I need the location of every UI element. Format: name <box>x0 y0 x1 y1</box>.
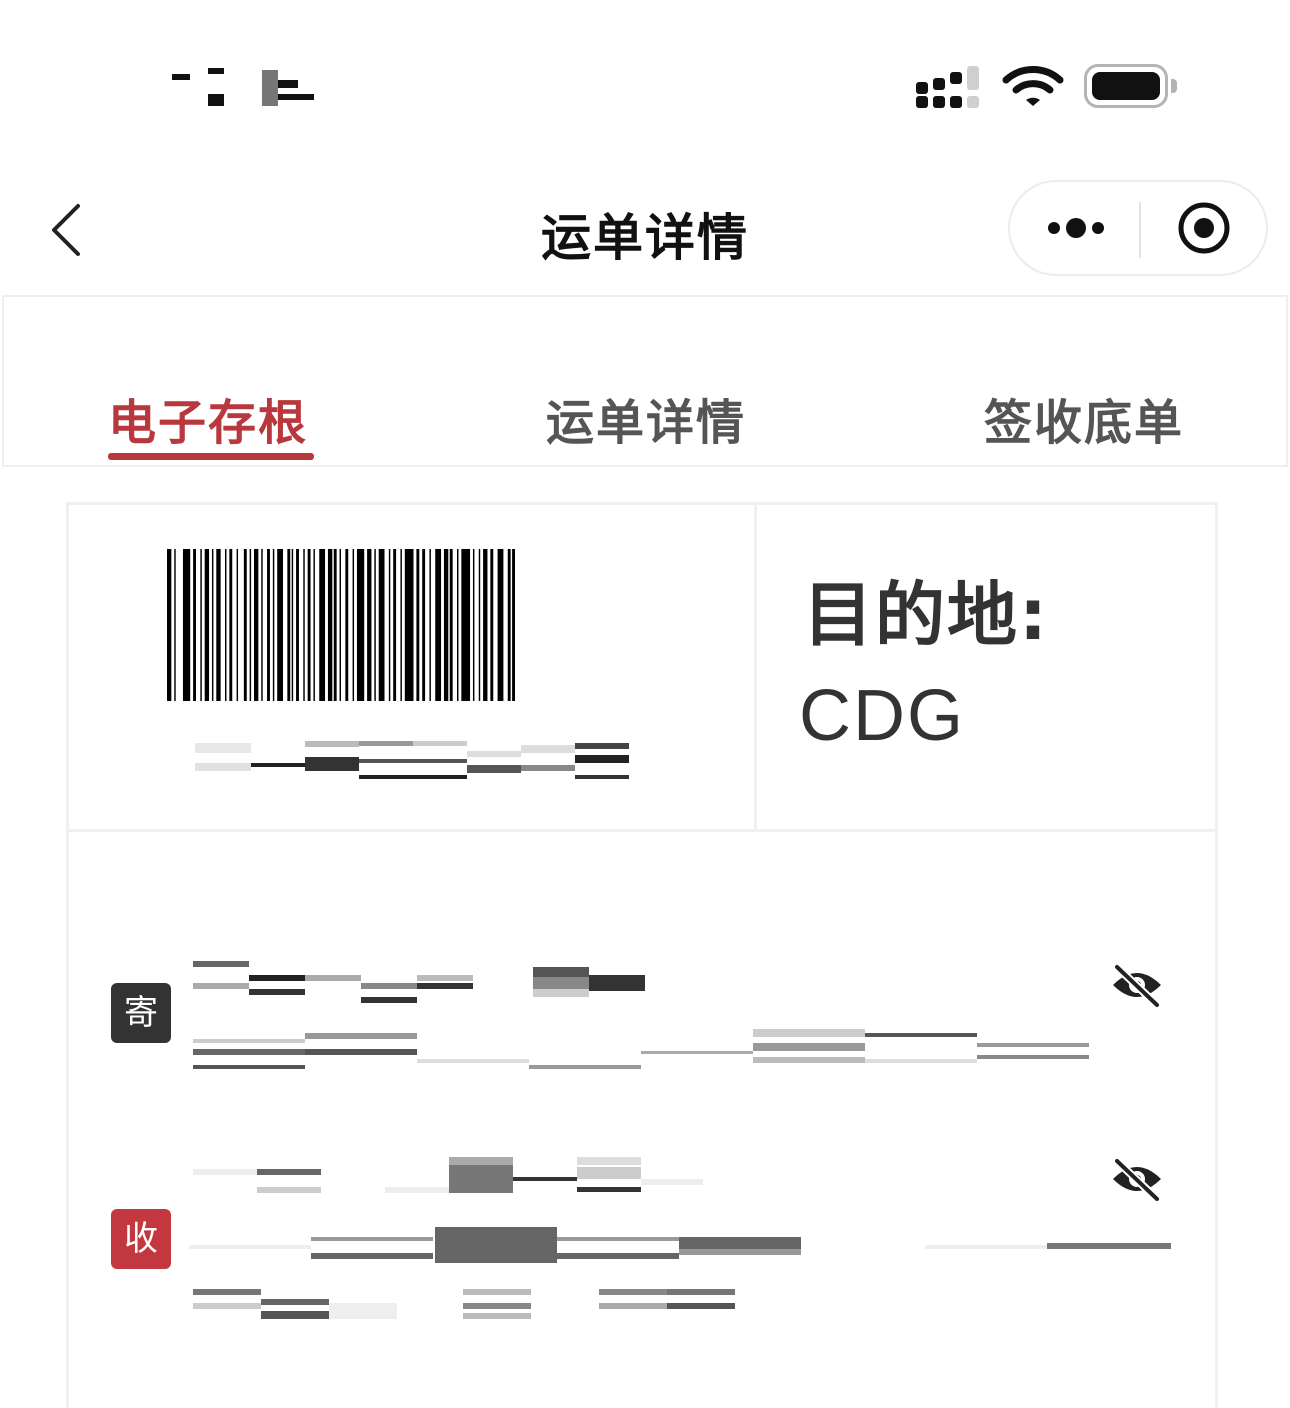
close-button[interactable] <box>1140 182 1268 274</box>
barcode-bar <box>167 549 172 701</box>
redacted-receiver-address <box>189 1223 1179 1269</box>
barcode-bar <box>422 549 426 701</box>
card-horizontal-divider <box>69 829 1215 832</box>
barcode-bar <box>374 549 376 701</box>
receiver-badge: 收 <box>111 1209 171 1269</box>
barcode-bar <box>352 549 355 701</box>
barcode-bar <box>400 549 402 701</box>
redacted-receiver-name <box>193 1155 713 1201</box>
close-target-icon <box>1178 202 1230 254</box>
battery-icon <box>1084 64 1177 108</box>
redacted-receiver-phone <box>193 1285 753 1325</box>
nav-bar: 运单详情 <box>0 160 1290 295</box>
barcode-bar <box>243 549 247 701</box>
eye-off-icon[interactable] <box>1109 1155 1165 1203</box>
tab-waybill-details[interactable]: 运单详情 <box>546 383 746 453</box>
barcode-bar <box>497 549 504 701</box>
tab-bar: 电子存根 运单详情 签收底单 <box>2 295 1288 467</box>
barcode-bar <box>339 549 341 701</box>
sender-badge: 寄 <box>111 983 171 1043</box>
barcode-bar <box>443 549 449 701</box>
tab-signed-receipt[interactable]: 签收底单 <box>984 383 1184 453</box>
status-bar <box>0 0 1290 160</box>
barcode-bar <box>261 549 263 701</box>
barcode-bar <box>307 549 311 701</box>
barcode-bar <box>254 549 259 701</box>
barcode-bar <box>236 549 239 701</box>
barcode-bar <box>291 549 294 701</box>
signal-icon <box>914 64 984 110</box>
card-vertical-divider <box>754 505 757 831</box>
destination-code: CDG <box>799 676 965 756</box>
barcode-bar <box>507 549 511 701</box>
redacted-time <box>170 66 320 110</box>
barcode-bar <box>449 549 453 701</box>
barcode-bar <box>356 549 365 701</box>
eye-off-icon[interactable] <box>1109 961 1165 1009</box>
redacted-sender-name <box>193 959 653 1009</box>
wifi-icon <box>1002 66 1064 106</box>
barcode-bar <box>404 549 414 701</box>
barcode-bar <box>272 549 275 701</box>
mini-program-capsule <box>1008 180 1268 276</box>
barcode-bar <box>327 549 333 701</box>
barcode-bar <box>174 549 176 701</box>
tab-e-stub[interactable]: 电子存根 <box>108 383 308 453</box>
barcode-bar <box>313 549 315 701</box>
barcode-bar <box>287 549 291 701</box>
barcode-bar <box>378 549 385 701</box>
barcode-bar <box>182 549 191 701</box>
barcode-bar <box>296 549 299 701</box>
barcode-bar <box>267 549 270 701</box>
barcode-bar <box>229 549 233 701</box>
barcode-bar <box>216 549 221 701</box>
barcode-bar <box>319 549 326 701</box>
barcode-bar <box>435 549 442 701</box>
barcode <box>167 549 515 701</box>
barcode-bar <box>512 549 515 701</box>
barcode-bar <box>345 549 349 701</box>
barcode-bar <box>303 549 305 701</box>
destination-label: 目的地: <box>803 574 1049 656</box>
barcode-bar <box>367 549 372 701</box>
barcode-bar <box>249 549 252 701</box>
barcode-bar <box>204 549 210 701</box>
barcode-bar <box>393 549 397 701</box>
barcode-bar <box>457 549 459 701</box>
barcode-bar <box>490 549 494 701</box>
barcode-bar <box>225 549 227 701</box>
barcode-bar <box>333 549 337 701</box>
barcode-bar <box>277 549 283 701</box>
redacted-sender-address <box>193 1029 1093 1073</box>
barcode-bar <box>429 549 431 701</box>
barcode-bar <box>200 549 202 701</box>
barcode-bar <box>211 549 214 701</box>
redacted-waybill-number <box>195 741 631 785</box>
barcode-bar <box>478 549 481 701</box>
barcode-bar <box>388 549 391 701</box>
waybill-card: 目的地: CDG 寄 收 <box>66 502 1218 1408</box>
barcode-bar <box>461 549 471 701</box>
barcode-bar <box>483 549 488 701</box>
active-tab-indicator <box>108 453 314 460</box>
barcode-bar <box>193 549 196 701</box>
barcode-bar <box>472 549 475 701</box>
more-button[interactable] <box>1010 182 1140 274</box>
barcode-bar <box>416 549 420 701</box>
